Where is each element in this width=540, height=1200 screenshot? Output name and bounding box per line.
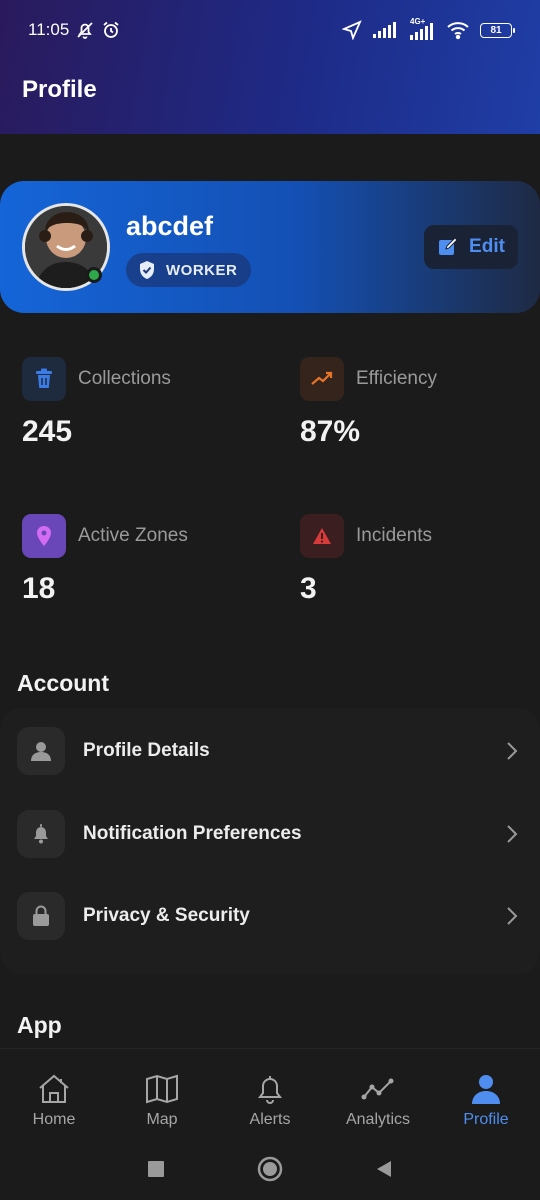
bottom-navigation: Home Map Alerts Analytics Profile [0, 1048, 540, 1138]
chevron-right-icon [507, 742, 518, 760]
stat-value: 245 [22, 415, 73, 448]
analytics-icon [361, 1078, 394, 1100]
nav-label: Map [146, 1111, 178, 1128]
stat-collections: Collections 245 [22, 357, 276, 449]
app-section-title: App [17, 1012, 62, 1038]
role-badge: WORKER [126, 253, 252, 287]
signal-4g-icon: 4G+ [406, 17, 436, 40]
edit-label: Edit [469, 236, 505, 257]
battery-level: 81 [490, 24, 502, 36]
profile-card: abcdef WORKER Edit [0, 181, 540, 313]
back-button[interactable] [375, 1160, 393, 1178]
dnd-off-icon [77, 22, 93, 39]
recents-button[interactable] [147, 1160, 165, 1178]
trash-icon [22, 357, 66, 401]
stat-label: Active Zones [78, 525, 188, 546]
stat-label: Collections [78, 368, 171, 389]
setting-label: Profile Details [83, 740, 210, 761]
status-time: 11:05 [28, 20, 70, 39]
online-status-dot [86, 267, 102, 283]
bell-icon [17, 810, 65, 858]
location-icon [342, 20, 362, 40]
trending-up-icon [300, 357, 344, 401]
account-section-title: Account [17, 670, 109, 696]
stat-value: 87% [300, 415, 361, 448]
setting-profile-details[interactable]: Profile Details [0, 721, 540, 781]
alarm-icon [103, 21, 119, 38]
home-button[interactable] [257, 1156, 283, 1182]
chevron-right-icon [507, 825, 518, 843]
battery-icon: 81 [480, 22, 515, 38]
map-icon [146, 1074, 178, 1104]
setting-label: Privacy & Security [83, 905, 250, 926]
username: abcdef [126, 211, 214, 241]
setting-privacy-security[interactable]: Privacy & Security [0, 886, 540, 946]
stat-label: Efficiency [356, 368, 437, 389]
nav-label: Profile [463, 1111, 509, 1128]
wifi-icon [447, 22, 469, 40]
stat-incidents: Incidents 3 [300, 514, 540, 606]
bell-icon [258, 1076, 282, 1104]
warning-icon [300, 514, 344, 558]
nav-label: Analytics [345, 1111, 411, 1128]
map-pin-icon [22, 514, 66, 558]
nav-label: Alerts [249, 1111, 291, 1128]
status-bar: 11:05 4G+ 81 [0, 0, 540, 60]
stat-efficiency: Efficiency 87% [300, 357, 540, 449]
chevron-right-icon [507, 907, 518, 925]
lock-icon [17, 892, 65, 940]
shield-icon [140, 261, 154, 279]
stat-value: 18 [22, 572, 56, 605]
nav-label: Home [32, 1111, 76, 1128]
nav-profile[interactable]: Profile [432, 1049, 540, 1138]
stat-label: Incidents [356, 525, 433, 546]
nav-home[interactable]: Home [0, 1049, 108, 1138]
stat-active-zones: Active Zones 18 [22, 514, 276, 606]
setting-notification-preferences[interactable]: Notification Preferences [0, 804, 540, 864]
nav-analytics[interactable]: Analytics [324, 1049, 432, 1138]
setting-label: Notification Preferences [83, 823, 302, 844]
stat-value: 3 [300, 572, 317, 605]
edit-icon [439, 237, 458, 255]
system-navigation-bar [0, 1138, 540, 1200]
signal-icon [373, 22, 396, 38]
edit-profile-button[interactable]: Edit [424, 225, 518, 269]
nav-alerts[interactable]: Alerts [216, 1049, 324, 1138]
account-settings-list: Profile Details Notification Preferences… [0, 708, 540, 974]
role-label: WORKER [166, 261, 238, 279]
page-title: Profile [22, 76, 97, 103]
nav-map[interactable]: Map [108, 1049, 216, 1138]
home-icon [39, 1074, 69, 1103]
person-icon [472, 1075, 500, 1104]
user-icon [17, 727, 65, 775]
